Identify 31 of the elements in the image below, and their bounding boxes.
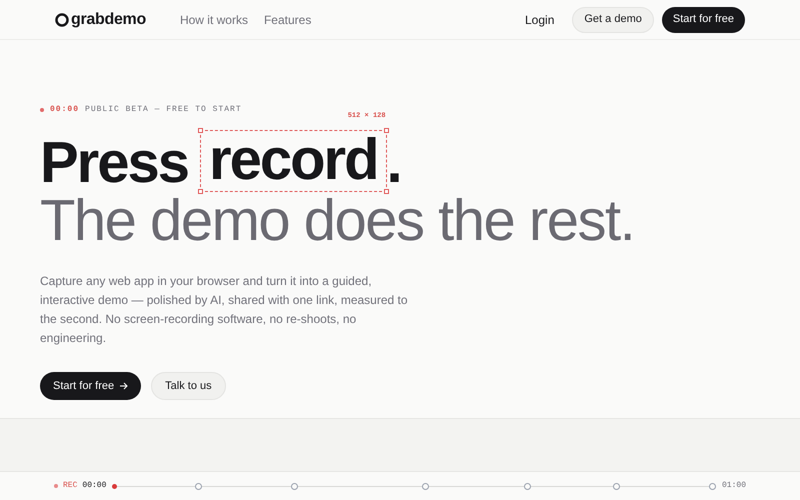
nav-link[interactable]: How it works (180, 10, 248, 28)
handle-icon[interactable] (384, 189, 389, 194)
start-free-button[interactable]: Start for free (40, 372, 142, 400)
nav-link[interactable]: Features (264, 10, 312, 28)
marker-icon[interactable] (195, 482, 202, 490)
marker-icon[interactable] (524, 482, 531, 490)
logo-icon (55, 12, 69, 26)
talk-button[interactable]: Talk to us (151, 372, 226, 400)
handle-icon[interactable] (198, 128, 204, 133)
arrow-right-icon (120, 382, 128, 390)
subheadline: The demo does the rest. (40, 192, 636, 250)
headline-text: Press (40, 134, 188, 192)
end-time: 01:00 (722, 480, 746, 492)
handle-icon[interactable] (198, 189, 204, 194)
eyebrow-time: 00:00 (50, 104, 80, 116)
handle-icon[interactable] (384, 128, 389, 133)
current-time: 00:00 (82, 480, 106, 492)
start-button[interactable]: Start for free (662, 6, 745, 32)
get-demo-button[interactable]: Get a demo (572, 6, 654, 32)
headline-period: . (386, 134, 401, 192)
marker-icon[interactable] (613, 482, 620, 490)
eyebrow-text: PUBLIC BETA — FREE TO START (85, 104, 242, 116)
login-link[interactable]: Login (525, 10, 554, 28)
marker-icon[interactable] (290, 482, 298, 490)
headline-highlight: record (209, 131, 378, 191)
rec-label: REC (63, 480, 78, 492)
playhead[interactable] (112, 484, 118, 488)
marker-icon[interactable] (422, 482, 430, 490)
description: Capture any web app in your browser and turn it into a guided, interactive demo — polished by AI, shared with one link, measured to the second. No screen-recording software, no re-shoots, no engineering. (40, 273, 409, 347)
logo[interactable]: grabdemo (71, 8, 146, 32)
marker-icon[interactable] (708, 482, 716, 490)
